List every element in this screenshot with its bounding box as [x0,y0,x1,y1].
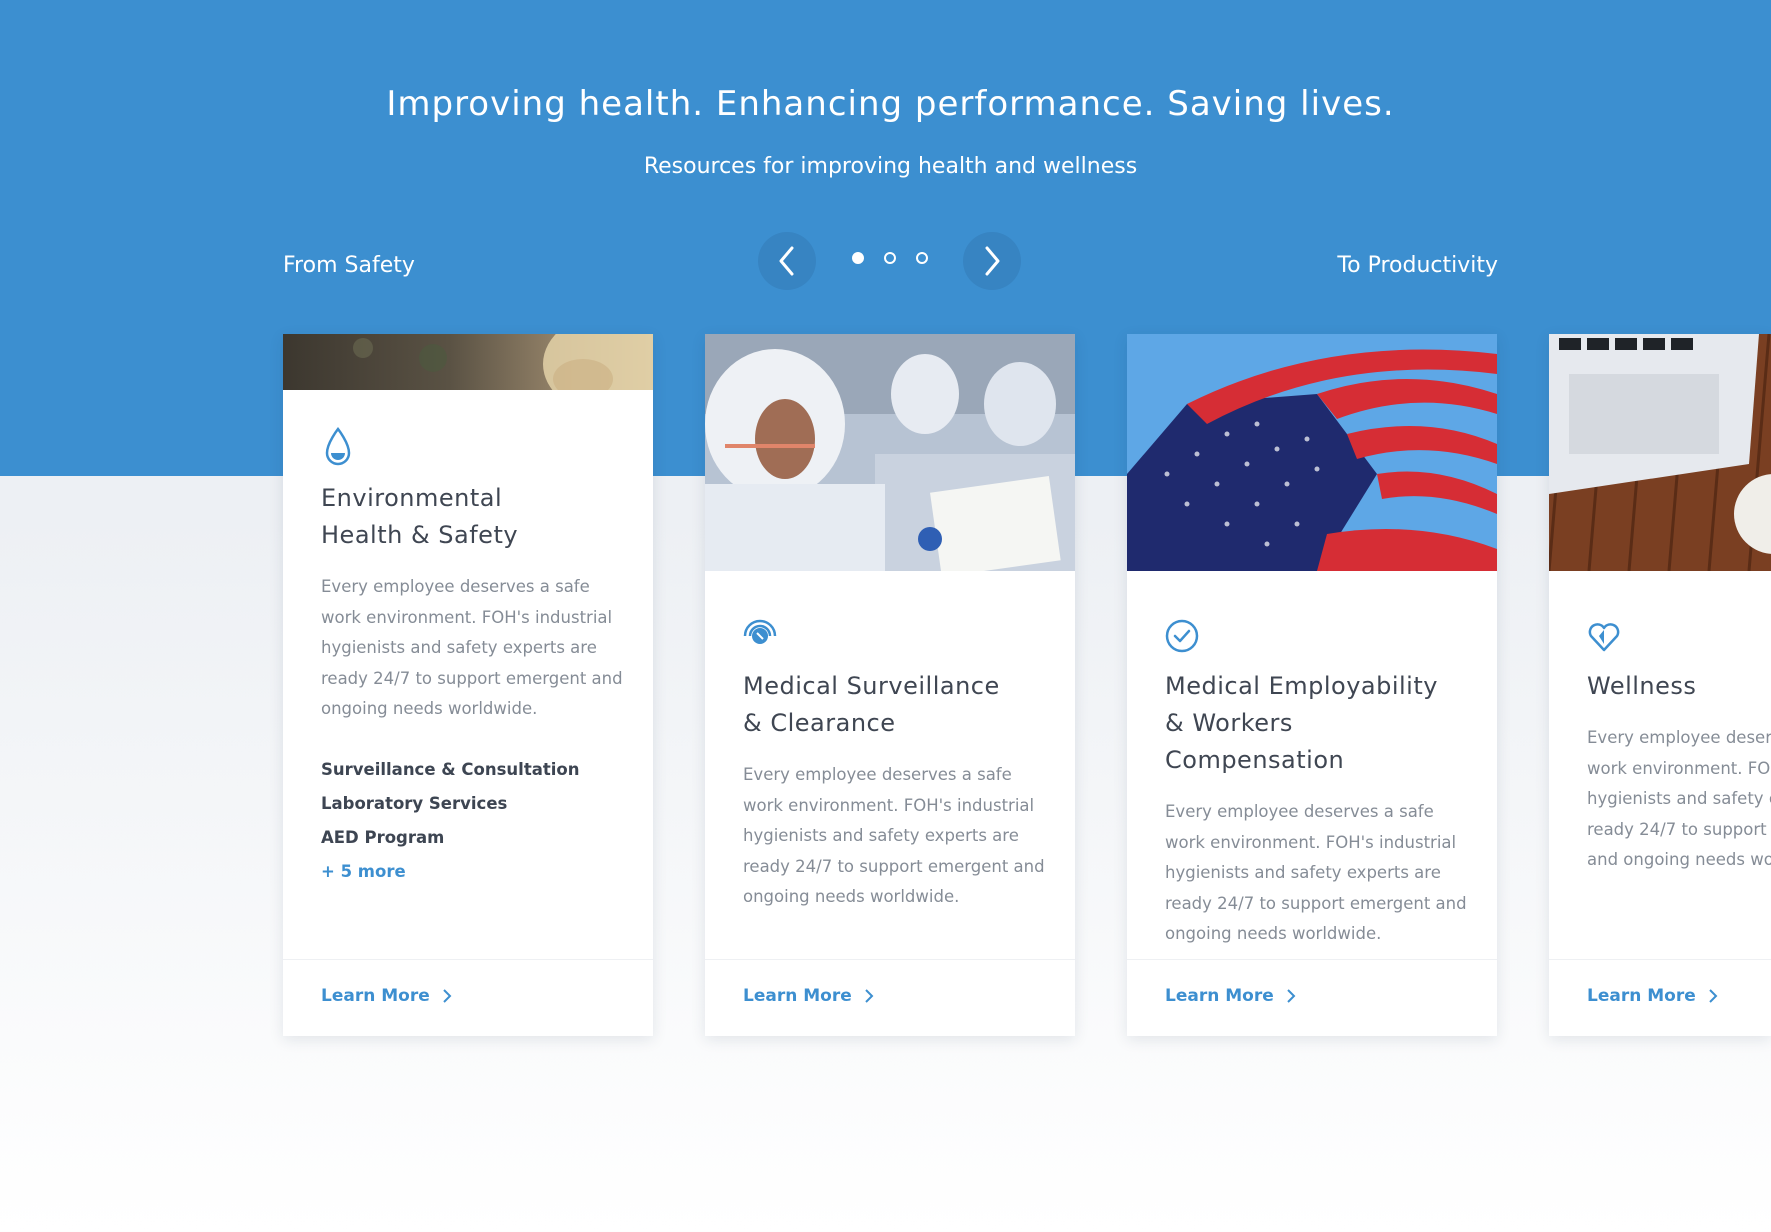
water-drop-icon [325,426,351,466]
card-image [1127,334,1497,571]
learn-more-link[interactable]: Learn More [321,986,452,1006]
learn-more-link[interactable]: Learn More [743,986,874,1006]
card-title-line1: Medical Surveillance [743,672,1000,700]
card-description: Every employee deserves a safe work envi… [1587,728,1771,869]
card-link-aed[interactable]: AED Program [321,821,623,855]
range-start-label: From Safety [283,253,415,278]
card-title-line2: & Clearance [743,709,896,737]
card-footer: Learn More [283,959,653,1036]
chevron-left-icon [779,246,794,276]
chevron-right-icon [865,989,874,1003]
card-description: Every employee deserves a safe work envi… [321,577,623,718]
carousel-prev-button[interactable] [758,232,816,290]
radar-target-icon [743,619,777,644]
card-link-laboratory[interactable]: Laboratory Services [321,787,623,821]
hero-subhead: Resources for improving health and welln… [643,154,1138,179]
learn-more-link[interactable]: Learn More [1587,986,1718,1006]
range-end-label: To Productivity [1337,253,1498,278]
heart-icon [1588,623,1620,652]
card-image [705,334,1075,571]
learn-more-label: Learn More [743,986,852,1006]
card-title-line1: Medical Employability [1165,672,1438,700]
chevron-right-icon [985,246,1000,276]
card-body: Medical Employability & Workers Compensa… [1165,614,1467,950]
card-title-line2: & Workers Compensation [1165,709,1345,774]
card-description: Every employee deserves a safe work envi… [1165,802,1467,943]
card-more-link[interactable]: + 5 more [321,855,623,889]
card-footer: Learn More [1549,959,1771,1036]
chevron-right-icon [1287,989,1296,1003]
card-title: Medical Surveillance & Clearance [743,668,1045,742]
card-footer: Learn More [705,959,1075,1036]
card-title: Environmental Health & Safety [321,480,623,554]
service-card-medical-employability: Medical Employability & Workers Compensa… [1127,334,1497,1036]
card-body: Wellness Every employee deserves a safe … [1587,614,1771,876]
learn-more-label: Learn More [1165,986,1274,1006]
carousel-dot-1[interactable] [852,252,864,264]
carousel-dot-3[interactable] [916,252,928,264]
card-image [283,334,653,390]
card-link-surveillance[interactable]: Surveillance & Consultation [321,753,623,787]
learn-more-label: Learn More [321,986,430,1006]
hero-headline: Improving health. Enhancing performance.… [386,84,1395,124]
service-card-medical-surveillance: Medical Surveillance & Clearance Every e… [705,334,1075,1036]
check-circle-icon [1165,619,1199,653]
card-title-line2: Health & Safety [321,521,519,549]
card-image [1549,334,1771,571]
card-link-list: Surveillance & Consultation Laboratory S… [321,753,623,889]
card-title: Wellness [1587,672,1697,700]
card-body: Environmental Health & Safety Every empl… [321,426,623,889]
service-card-wellness: Wellness Every employee deserves a safe … [1549,334,1771,1036]
chevron-right-icon [1709,989,1718,1003]
card-body: Medical Surveillance & Clearance Every e… [743,614,1045,913]
carousel-dot-2[interactable] [884,252,896,264]
card-description: Every employee deserves a safe work envi… [743,765,1045,906]
learn-more-label: Learn More [1587,986,1696,1006]
card-title-line1: Environmental [321,484,503,512]
card-title: Medical Employability & Workers Compensa… [1165,668,1467,779]
card-footer: Learn More [1127,959,1497,1036]
chevron-right-icon [443,989,452,1003]
carousel-next-button[interactable] [963,232,1021,290]
learn-more-link[interactable]: Learn More [1165,986,1296,1006]
service-card-environmental: Environmental Health & Safety Every empl… [283,334,653,1036]
